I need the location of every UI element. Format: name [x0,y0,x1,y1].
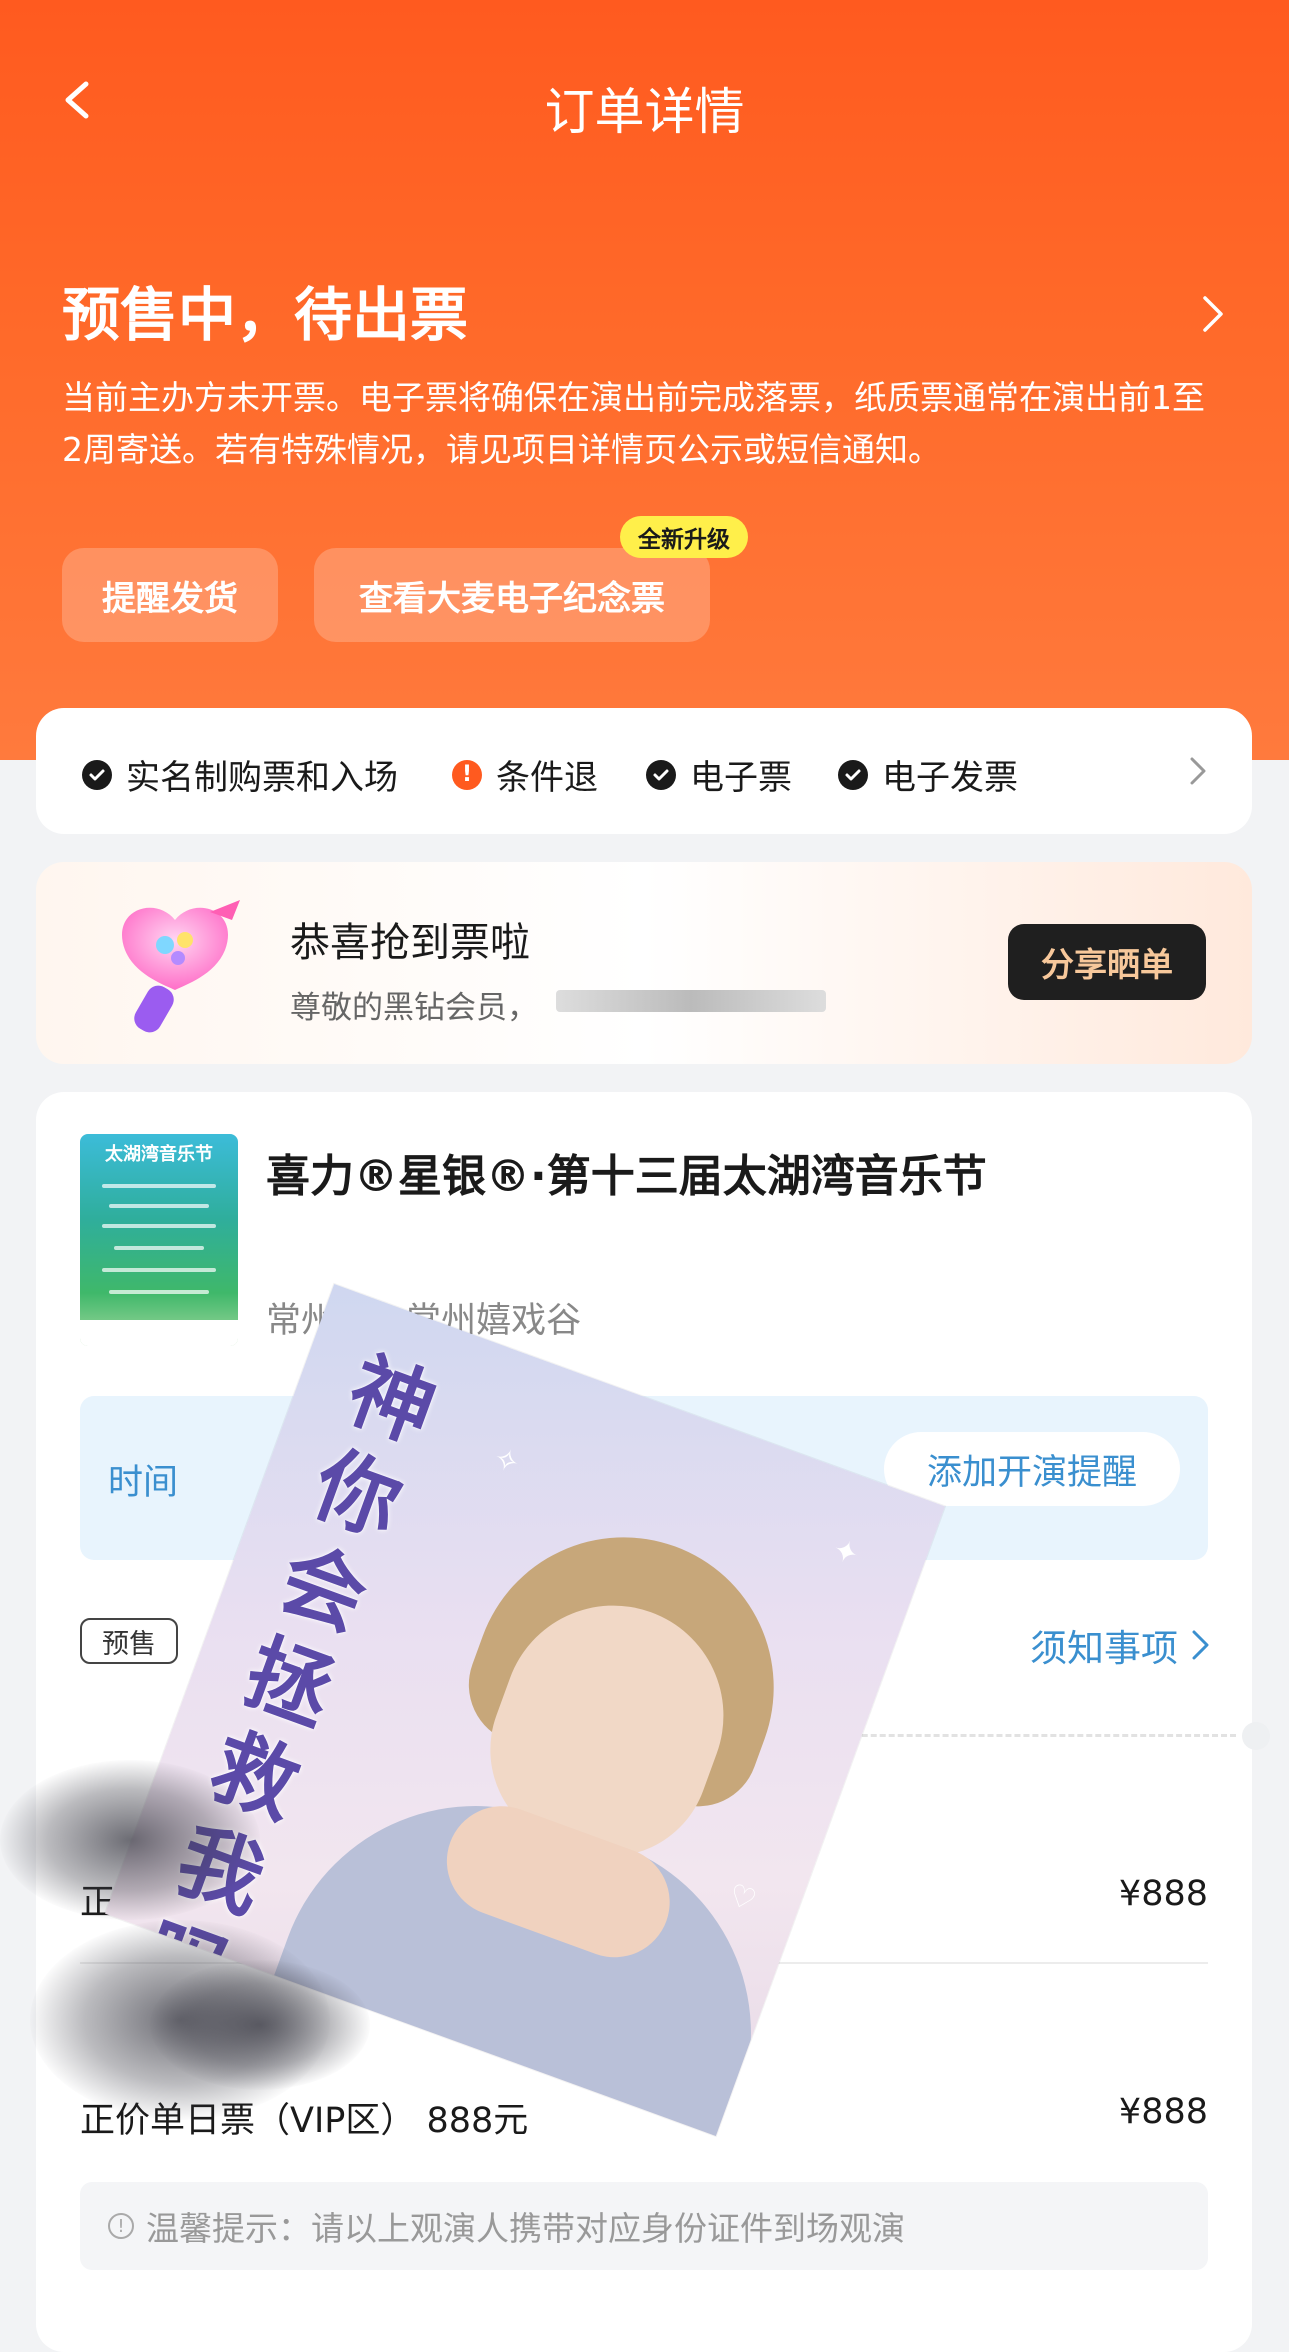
sparkle-icon: ✧ [488,1440,525,1482]
presale-tag: 预售 [80,1618,178,1664]
view-souvenir-ticket-button[interactable]: 查看大麦电子纪念票 [314,548,710,642]
warning-circle-icon: ! [452,759,482,790]
page-title: 订单详情 [544,83,745,141]
poster-title: 太湖湾音乐节 [105,1144,213,1165]
redaction-smudge [150,1960,370,2090]
share-order-button[interactable]: 分享晒单 [1008,924,1206,1000]
feature-label: 条件退 [496,758,598,798]
notice-link[interactable]: 须知事项 [1030,1618,1212,1672]
check-circle-icon [838,759,868,790]
order-status-title[interactable]: 预售中，待出票 [62,268,468,352]
warm-tip: ! 温馨提示：请以上观演人携带对应身份证件到场观演 [80,2182,1208,2270]
chevron-right-icon [1192,1630,1209,1660]
remind-ship-button[interactable]: 提醒发货 [62,548,278,642]
info-icon: ! [108,2213,134,2239]
ticket-price: ¥888 [1118,2092,1208,2132]
order-status-description: 当前主办方未开票。电子票将确保在演出前完成落票，纸质票通常在演出前1至2周寄送。… [62,378,1205,469]
check-circle-icon [82,759,112,790]
event-poster[interactable]: 太湖湾音乐节 [80,1134,238,1346]
chevron-right-icon[interactable] [1199,294,1227,334]
congrats-card: 恭喜抢到票啦 尊敬的黑钻会员， 分享晒单 [36,862,1252,1064]
feature-label: 电子发票 [882,758,1018,798]
sparkle-icon: ♡ [723,1877,761,1920]
feature-label: 电子票 [690,758,792,798]
light-stick-icon [121,900,240,1033]
add-show-reminder-button[interactable]: 添加开演提醒 [884,1432,1180,1506]
redacted-username [556,990,826,1012]
chevron-right-icon[interactable] [1188,756,1208,786]
congrats-subtitle: 尊敬的黑钻会员， [290,990,538,1026]
feature-e-invoice: 电子发票 [838,750,1018,799]
notice-link-label: 须知事项 [1030,1627,1178,1670]
sparkle-icon: ✦ [827,1531,864,1574]
check-circle-icon [646,759,676,790]
ticket-notch [1242,1722,1270,1750]
feature-e-ticket: 电子票 [646,750,792,799]
congrats-title: 恭喜抢到票啦 [290,920,530,966]
warm-tip-text: 温馨提示：请以上观演人携带对应身份证件到场观演 [146,2209,905,2248]
ticket-features-bar[interactable]: 实名制购票和入场 ! 条件退 电子票 电子发票 [36,708,1252,834]
feature-label: 实名制购票和入场 [126,758,398,798]
event-name[interactable]: 喜力®星银®·第十三届太湖湾音乐节 [266,1140,987,1204]
redaction-smudge [0,1760,260,1920]
feature-real-name: 实名制购票和入场 [82,750,398,799]
feature-conditional-refund: ! 条件退 [452,750,598,799]
time-label: 时间 [108,1463,179,1503]
new-upgrade-badge: 全新升级 [620,516,748,558]
ticket-price: ¥888 [1118,1874,1208,1914]
